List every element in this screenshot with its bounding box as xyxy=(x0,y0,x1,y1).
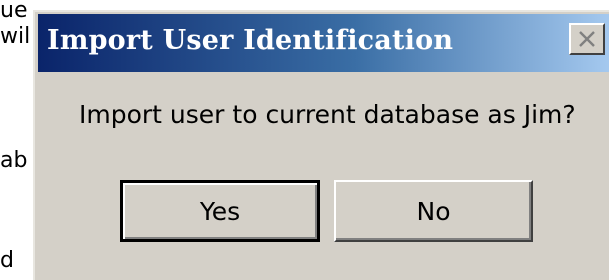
background-text-fragment: ab xyxy=(0,150,28,172)
background-window-edge xyxy=(36,0,609,10)
yes-button-label: Yes xyxy=(199,196,241,226)
import-user-dialog: Import User Identification Import user t… xyxy=(33,10,609,280)
dialog-message: Import user to current database as Jim? xyxy=(79,100,576,129)
close-button[interactable] xyxy=(569,23,605,55)
background-text-fragment: wil xyxy=(0,26,31,48)
yes-button[interactable]: Yes xyxy=(120,180,320,242)
background-text-fragment: ue xyxy=(0,0,28,22)
close-icon xyxy=(579,31,595,47)
dialog-title: Import User Identification xyxy=(47,25,454,56)
no-button-label: No xyxy=(416,196,451,226)
dialog-title-bar[interactable]: Import User Identification xyxy=(38,14,609,72)
no-button[interactable]: No xyxy=(334,180,533,242)
